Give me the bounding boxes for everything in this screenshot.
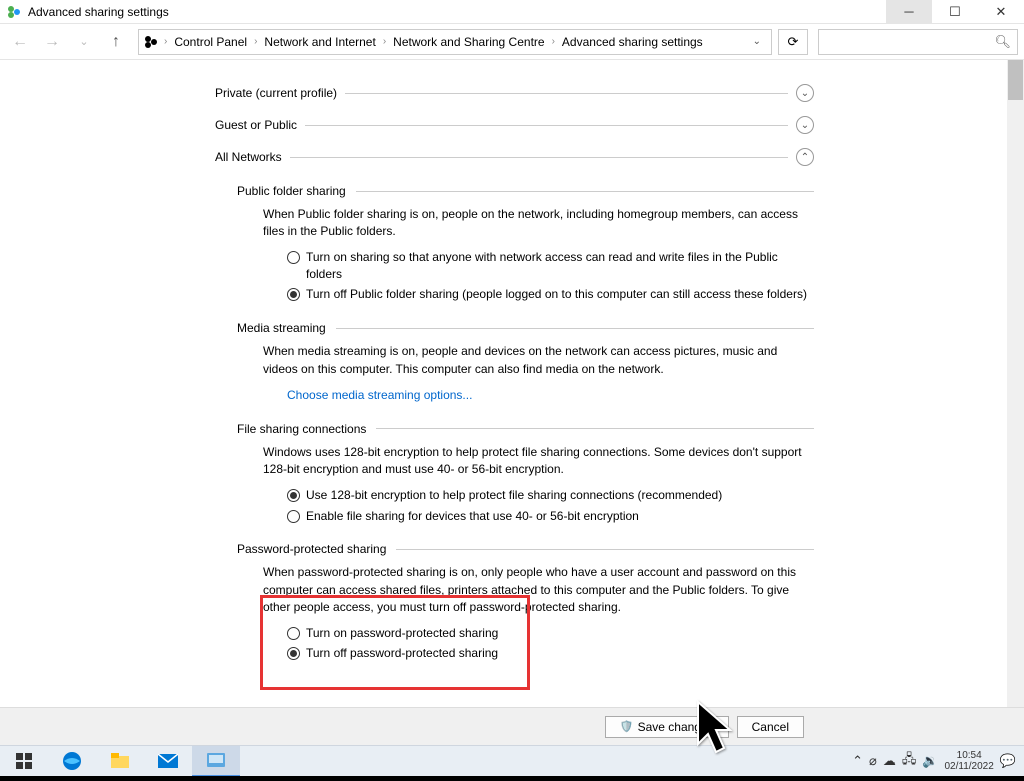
radio-icon <box>287 251 300 264</box>
radio-128bit[interactable]: Use 128-bit encryption to help protect f… <box>287 487 814 504</box>
chevron-up-icon[interactable]: ⌃ <box>796 148 814 166</box>
shield-icon: 🛡️ <box>620 720 634 733</box>
network-icon[interactable]: 🖧 <box>902 750 917 772</box>
radio-icon <box>287 627 300 640</box>
subsection-public-folder: Public folder sharing <box>237 184 814 198</box>
search-input[interactable]: 🔍︎ <box>818 29 1018 55</box>
vertical-scrollbar[interactable] <box>1007 60 1024 721</box>
radio-password-on[interactable]: Turn on password-protected sharing <box>287 625 814 642</box>
section-private[interactable]: Private (current profile) ⌄ <box>215 84 814 102</box>
start-button[interactable] <box>0 746 48 777</box>
radio-icon <box>287 647 300 660</box>
taskbar-explorer[interactable] <box>96 746 144 777</box>
address-dropdown[interactable]: ⌄ <box>747 36 767 47</box>
scrollbar-thumb[interactable] <box>1008 60 1023 100</box>
breadcrumb-item[interactable]: Network and Internet <box>262 35 377 49</box>
save-changes-button[interactable]: 🛡️ Save changes <box>605 716 729 738</box>
taskbar-clock[interactable]: 10:54 02/11/2022 <box>945 750 994 773</box>
address-bar[interactable]: › Control Panel › Network and Internet ›… <box>138 29 772 55</box>
radio-public-on[interactable]: Turn on sharing so that anyone with netw… <box>287 249 814 283</box>
cancel-button[interactable]: Cancel <box>737 716 804 738</box>
chevron-right-icon[interactable]: › <box>161 36 170 47</box>
bluetooth-icon[interactable]: ⌀ <box>869 753 877 769</box>
search-icon: 🔍︎ <box>994 34 1011 50</box>
title-bar: Advanced sharing settings ─ ☐ ✕ <box>0 0 1024 24</box>
password-description: When password-protected sharing is on, o… <box>263 564 814 616</box>
window-title: Advanced sharing settings <box>28 5 886 19</box>
radio-icon <box>287 489 300 502</box>
breadcrumb-item[interactable]: Advanced sharing settings <box>560 35 705 49</box>
notifications-icon[interactable]: 💬 <box>1000 753 1016 769</box>
chevron-right-icon[interactable]: › <box>380 36 389 47</box>
bottom-strip <box>0 776 1024 781</box>
encryption-description: Windows uses 128-bit encryption to help … <box>263 444 814 479</box>
taskbar-mail[interactable] <box>144 746 192 777</box>
back-button[interactable]: ← <box>6 28 34 56</box>
close-button[interactable]: ✕ <box>978 0 1024 24</box>
control-panel-icon <box>143 34 159 50</box>
chevron-right-icon[interactable]: › <box>549 36 558 47</box>
breadcrumb-item[interactable]: Control Panel <box>172 35 249 49</box>
radio-icon <box>287 288 300 301</box>
subsection-password-sharing: Password-protected sharing <box>237 542 814 556</box>
control-panel-icon <box>6 4 22 20</box>
radio-40bit[interactable]: Enable file sharing for devices that use… <box>287 508 814 525</box>
maximize-button[interactable]: ☐ <box>932 0 978 24</box>
subsection-media-streaming: Media streaming <box>237 321 814 335</box>
breadcrumb-item[interactable]: Network and Sharing Centre <box>391 35 546 49</box>
navigation-bar: ← → ⌄ ↑ › Control Panel › Network and In… <box>0 24 1024 60</box>
forward-button[interactable]: → <box>38 28 66 56</box>
taskbar-control-panel[interactable] <box>192 746 240 777</box>
button-bar: 🛡️ Save changes Cancel <box>0 707 1024 745</box>
radio-public-off[interactable]: Turn off Public folder sharing (people l… <box>287 286 814 303</box>
subsection-file-sharing: File sharing connections <box>237 422 814 436</box>
volume-icon[interactable]: 🔉 <box>922 753 938 769</box>
section-all-networks[interactable]: All Networks ⌃ <box>215 148 814 166</box>
system-tray[interactable]: ⌃ ⌀ ☁ 🖧 🔉 10:54 02/11/2022 💬 <box>844 750 1024 773</box>
recent-dropdown[interactable]: ⌄ <box>70 28 98 56</box>
refresh-button[interactable]: ⟳ <box>778 29 808 55</box>
taskbar-edge[interactable] <box>48 746 96 777</box>
chevron-right-icon[interactable]: › <box>251 36 260 47</box>
radio-icon <box>287 510 300 523</box>
content-area: Private (current profile) ⌄ Guest or Pub… <box>0 60 1024 721</box>
section-guest[interactable]: Guest or Public ⌄ <box>215 116 814 134</box>
media-streaming-link[interactable]: Choose media streaming options... <box>287 388 472 402</box>
chevron-down-icon[interactable]: ⌄ <box>796 116 814 134</box>
public-folder-description: When Public folder sharing is on, people… <box>263 206 814 241</box>
tray-chevron-icon[interactable]: ⌃ <box>852 753 863 769</box>
chevron-down-icon[interactable]: ⌄ <box>796 84 814 102</box>
up-button[interactable]: ↑ <box>102 28 130 56</box>
media-description: When media streaming is on, people and d… <box>263 343 814 378</box>
minimize-button[interactable]: ─ <box>886 0 932 24</box>
taskbar[interactable]: ⌃ ⌀ ☁ 🖧 🔉 10:54 02/11/2022 💬 <box>0 745 1024 776</box>
onedrive-icon[interactable]: ☁ <box>883 753 896 769</box>
radio-password-off[interactable]: Turn off password-protected sharing <box>287 645 814 662</box>
